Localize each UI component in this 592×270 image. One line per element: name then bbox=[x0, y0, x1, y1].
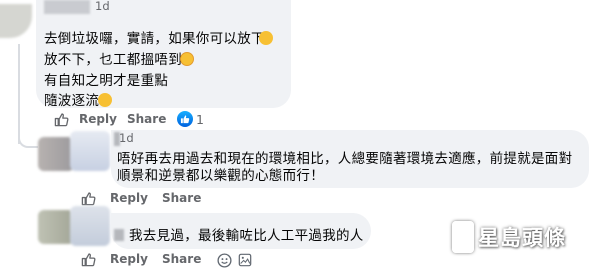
comment-text-line: 我去見過，最後輸咗比人工平過我的人 bbox=[129, 228, 364, 244]
logo-mark-icon bbox=[452, 221, 474, 253]
reply-link[interactable]: Reply bbox=[79, 112, 117, 126]
comment-timestamp[interactable]: 1d bbox=[119, 131, 134, 145]
share-link[interactable]: Share bbox=[162, 252, 201, 266]
like-icon[interactable] bbox=[80, 251, 96, 267]
commenter-avatar[interactable] bbox=[38, 210, 74, 244]
share-link[interactable]: Share bbox=[127, 112, 166, 126]
gif-icon[interactable] bbox=[236, 251, 254, 269]
reply-link[interactable]: Reply bbox=[110, 191, 148, 205]
commenter-avatar-blur bbox=[70, 131, 110, 171]
comment-text-line: 放不下，乜工都搵唔到 bbox=[44, 52, 182, 68]
grin-emoji-icon bbox=[98, 93, 112, 107]
like-icon[interactable] bbox=[80, 190, 96, 206]
commenter-name[interactable] bbox=[114, 229, 124, 241]
emoji-face-icon[interactable] bbox=[215, 251, 233, 269]
comment-timestamp[interactable]: 1d bbox=[95, 0, 110, 13]
commenter-avatar-blur bbox=[70, 206, 110, 246]
share-link[interactable]: Share bbox=[162, 191, 201, 205]
comment-text-line: 唔好再去用過去和現在的環境相比，人總要隨著環境去適應，前提就是面對 bbox=[117, 151, 573, 167]
thread-connector bbox=[18, 138, 38, 148]
comment-text-line: 有自知之明才是重點 bbox=[44, 73, 169, 89]
commenter-name[interactable] bbox=[44, 0, 90, 14]
comment-text-line: 隨波逐流 bbox=[44, 93, 100, 109]
thread-connector bbox=[18, 44, 20, 144]
like-reaction-icon[interactable] bbox=[177, 111, 193, 127]
reaction-count[interactable]: 1 bbox=[196, 112, 204, 127]
watermark-text: 星島頭條 bbox=[478, 225, 566, 250]
commenter-avatar[interactable] bbox=[0, 4, 32, 38]
sing-tao-watermark-logo: 星島頭條 bbox=[452, 219, 566, 255]
reply-link[interactable]: Reply bbox=[110, 252, 148, 266]
commenter-avatar[interactable] bbox=[38, 137, 74, 171]
sweat-smile-emoji-icon bbox=[259, 31, 273, 45]
comment-text-line: 去倒垃圾囉，實請，如果你可以放下 bbox=[44, 31, 265, 47]
comment-text-line: 順景和逆景都以樂觀的心態而行！ bbox=[117, 168, 324, 184]
like-icon[interactable] bbox=[53, 111, 69, 127]
hands-face-emoji-icon bbox=[180, 52, 194, 66]
